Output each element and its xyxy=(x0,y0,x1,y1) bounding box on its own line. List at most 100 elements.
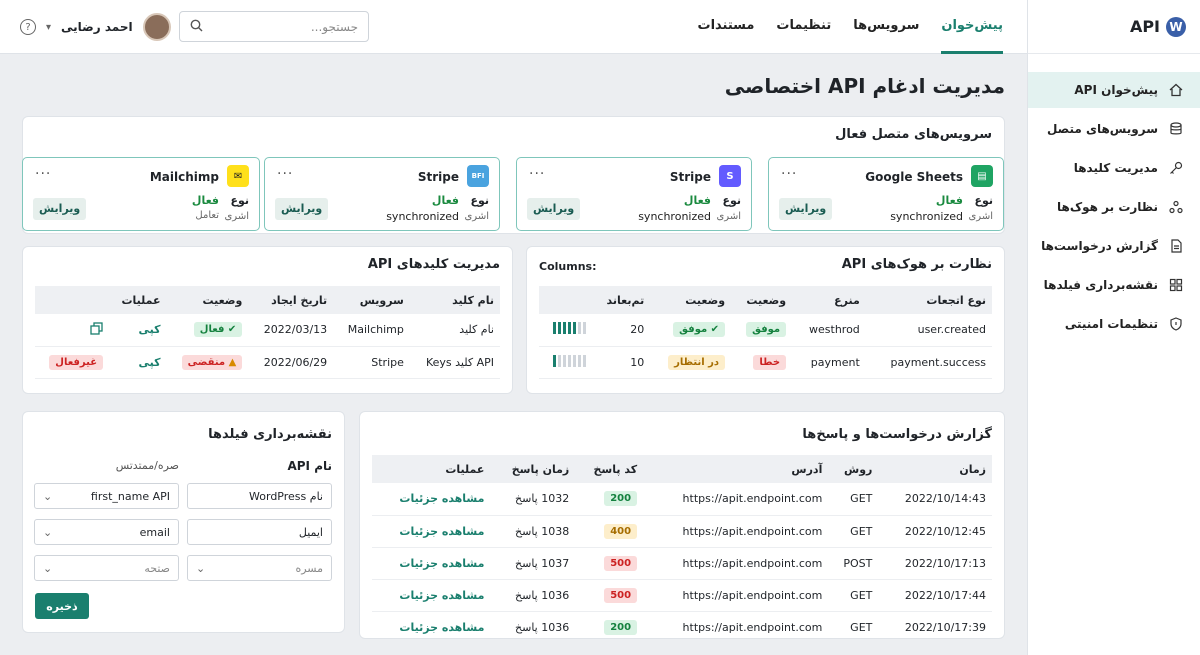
copy-link[interactable]: کپی xyxy=(139,356,161,369)
chevron-down-icon[interactable]: ▾ xyxy=(46,22,51,33)
requests-panel: گزارش درخواست‌ها و پاسخ‌ها زمان روش آدرس… xyxy=(359,411,1005,644)
column-header[interactable]: منرع xyxy=(792,286,866,314)
table-row[interactable]: payment.success payment خطا در انتظار 10 xyxy=(539,346,992,379)
view-details-link[interactable]: مشاهده جزئیات xyxy=(399,557,484,570)
service-status: فعال xyxy=(683,194,711,207)
columns-label[interactable]: Columns: xyxy=(539,260,596,273)
edit-button[interactable]: ویرایش xyxy=(275,198,329,220)
chevron-down-icon: ⌄ xyxy=(196,561,206,575)
sidebar-item-security[interactable]: تنظیمات امنیتی xyxy=(1028,306,1200,342)
status-badge: در انتظار xyxy=(668,354,726,370)
keys-panel: مدیریت کلیدهای API نام کلید سرویس تاریخ … xyxy=(22,246,513,394)
service-status: فعال xyxy=(431,194,459,207)
column-header[interactable]: آدرس xyxy=(643,455,829,483)
table-row[interactable]: 2022/10/12:45 GET https://apit.endpoint.… xyxy=(372,515,992,548)
copy-icon[interactable] xyxy=(90,322,103,338)
tab-settings[interactable]: تنظیمات xyxy=(776,0,831,54)
table-row[interactable]: 2022/10/17:44 GET https://apit.endpoint.… xyxy=(372,579,992,612)
sidebar-item-keys[interactable]: مدیریت کلیدها xyxy=(1028,150,1200,186)
sidebar-item-dashboard[interactable]: پیش‌خوان API xyxy=(1028,72,1200,108)
home-icon xyxy=(1168,82,1184,98)
search-input[interactable]: جستجو... xyxy=(179,11,369,42)
service-card[interactable]: ▤ Google Sheets ··· نوع فعال اشری synchr… xyxy=(768,157,1004,231)
more-icon[interactable]: ··· xyxy=(277,166,293,182)
column-header[interactable]: نوع اتجعات xyxy=(865,286,992,314)
sidebar: W API پیش‌خوان API سرویس‌های متصل مدیریت… xyxy=(1027,0,1200,655)
column-header[interactable]: عملیات xyxy=(109,286,167,314)
disable-button[interactable]: غیرفعال xyxy=(49,354,104,370)
column-header[interactable]: زمان پاسخ xyxy=(490,455,576,483)
method-cell: GET xyxy=(828,611,879,644)
help-icon[interactable]: ? xyxy=(20,19,36,35)
service-sub: اشری xyxy=(464,211,489,222)
status-label: موفق xyxy=(679,324,708,336)
save-button[interactable]: ذخیره xyxy=(35,593,89,619)
more-icon[interactable]: ··· xyxy=(529,166,545,182)
tab-docs[interactable]: مستندات xyxy=(698,0,755,54)
webhooks-table: نوع اتجعات منرع وضعیت وضعیت تم‌بعاند use… xyxy=(539,286,992,379)
time-cell: 2022/10/17:13 xyxy=(878,547,992,580)
tab-services[interactable]: سرویس‌ها xyxy=(853,0,919,54)
more-icon[interactable]: ··· xyxy=(35,166,51,182)
logo[interactable]: W API xyxy=(1028,0,1200,54)
google-sheets-icon: ▤ xyxy=(971,165,993,187)
response-time-cell: 1036 پاسخ xyxy=(490,579,576,612)
edit-button[interactable]: ویرایش xyxy=(33,198,87,220)
key-name-cell: API کلید Keys xyxy=(409,346,500,379)
warning-icon: ▲ xyxy=(225,356,237,368)
api-name-select[interactable]: مسره ⌄ xyxy=(187,555,332,581)
stripe-bfi-icon: BFI xyxy=(467,165,489,187)
table-row[interactable]: نام کلید Mailchimp 2022/03/13 ✔ فعال کپی xyxy=(35,314,500,347)
column-header[interactable]: کد پاسخ xyxy=(575,455,644,483)
column-header xyxy=(35,286,110,314)
sidebar-item-services[interactable]: سرویس‌های متصل xyxy=(1028,111,1200,147)
search-placeholder: جستجو... xyxy=(310,19,358,34)
service-card[interactable]: ✉ Mailchimp ··· نوع فعال اشری تعامل ویرا… xyxy=(22,157,260,231)
column-header[interactable]: زمان xyxy=(878,455,992,483)
service-cell: Mailchimp xyxy=(333,314,410,347)
column-header[interactable]: وضعیت xyxy=(166,286,249,314)
column-header[interactable]: روش xyxy=(828,455,879,483)
column-header[interactable]: وضعیت xyxy=(731,286,793,314)
view-details-link[interactable]: مشاهده جزئیات xyxy=(399,492,484,505)
column-header[interactable]: تم‌بعاند xyxy=(591,286,651,314)
sidebar-item-label: مدیریت کلیدها xyxy=(1073,161,1158,175)
edit-button[interactable]: ویرایش xyxy=(779,198,833,220)
more-icon[interactable]: ··· xyxy=(781,166,797,182)
column-header[interactable]: سرویس xyxy=(333,286,410,314)
sidebar-item-webhooks[interactable]: نظارت بر هوک‌ها xyxy=(1028,189,1200,225)
copy-link[interactable]: کپی xyxy=(139,323,161,336)
sidebar-item-mapping[interactable]: نقشه‌برداری فیلدها xyxy=(1028,267,1200,303)
table-row[interactable]: 2022/10/17:13 POST https://apit.endpoint… xyxy=(372,547,992,580)
time-cell: 2022/10/14:43 xyxy=(878,483,992,516)
user-menu[interactable]: ? ▾ احمد رضایی xyxy=(20,12,171,42)
method-cell: GET xyxy=(828,483,879,516)
table-row[interactable]: API کلید Keys Stripe 2022/06/29 ▲ منقضی … xyxy=(35,346,500,379)
column-header[interactable]: نام کلید xyxy=(409,286,500,314)
tab-dashboard[interactable]: پیش‌خوان xyxy=(941,0,1003,54)
edit-button[interactable]: ویرایش xyxy=(527,198,581,220)
view-details-link[interactable]: مشاهده جزئیات xyxy=(399,589,484,602)
column-header[interactable]: وضعیت xyxy=(650,286,732,314)
url-cell: https://apit.endpoint.com xyxy=(643,579,829,612)
sidebar-item-requests[interactable]: گزارش درخواست‌ها xyxy=(1028,228,1200,264)
view-details-link[interactable]: مشاهده جزئیات xyxy=(399,525,484,538)
table-row[interactable]: 2022/10/14:43 GET https://apit.endpoint.… xyxy=(372,483,992,516)
target-field-select[interactable]: first_name API ⌄ xyxy=(34,483,179,509)
target-field-select[interactable]: صتحه ⌄ xyxy=(34,555,179,581)
document-icon xyxy=(1168,238,1184,254)
column-header[interactable]: عملیات xyxy=(372,455,491,483)
services-title: سرویس‌های متصل فعال xyxy=(835,127,992,142)
service-sub: اشری xyxy=(716,211,741,222)
view-details-link[interactable]: مشاهده جزئیات xyxy=(399,621,484,634)
api-name-field[interactable]: ایمیل xyxy=(187,519,332,545)
service-card[interactable]: S Stripe ··· نوع فعال اشری synchronized … xyxy=(516,157,752,231)
api-name-field[interactable]: نام WordPress xyxy=(187,483,332,509)
table-row[interactable]: 2022/10/17:39 GET https://apit.endpoint.… xyxy=(372,611,992,644)
target-field-select[interactable]: email ⌄ xyxy=(34,519,179,545)
column-header[interactable]: تاریخ ایجاد xyxy=(248,286,334,314)
service-card[interactable]: BFI Stripe ··· نوع فعال اشری synchronize… xyxy=(264,157,500,231)
table-row[interactable]: user.created westhrod موفق ✔ موفق 20 xyxy=(539,314,992,347)
service-name: Mailchimp xyxy=(149,170,219,184)
avatar[interactable] xyxy=(142,13,171,41)
